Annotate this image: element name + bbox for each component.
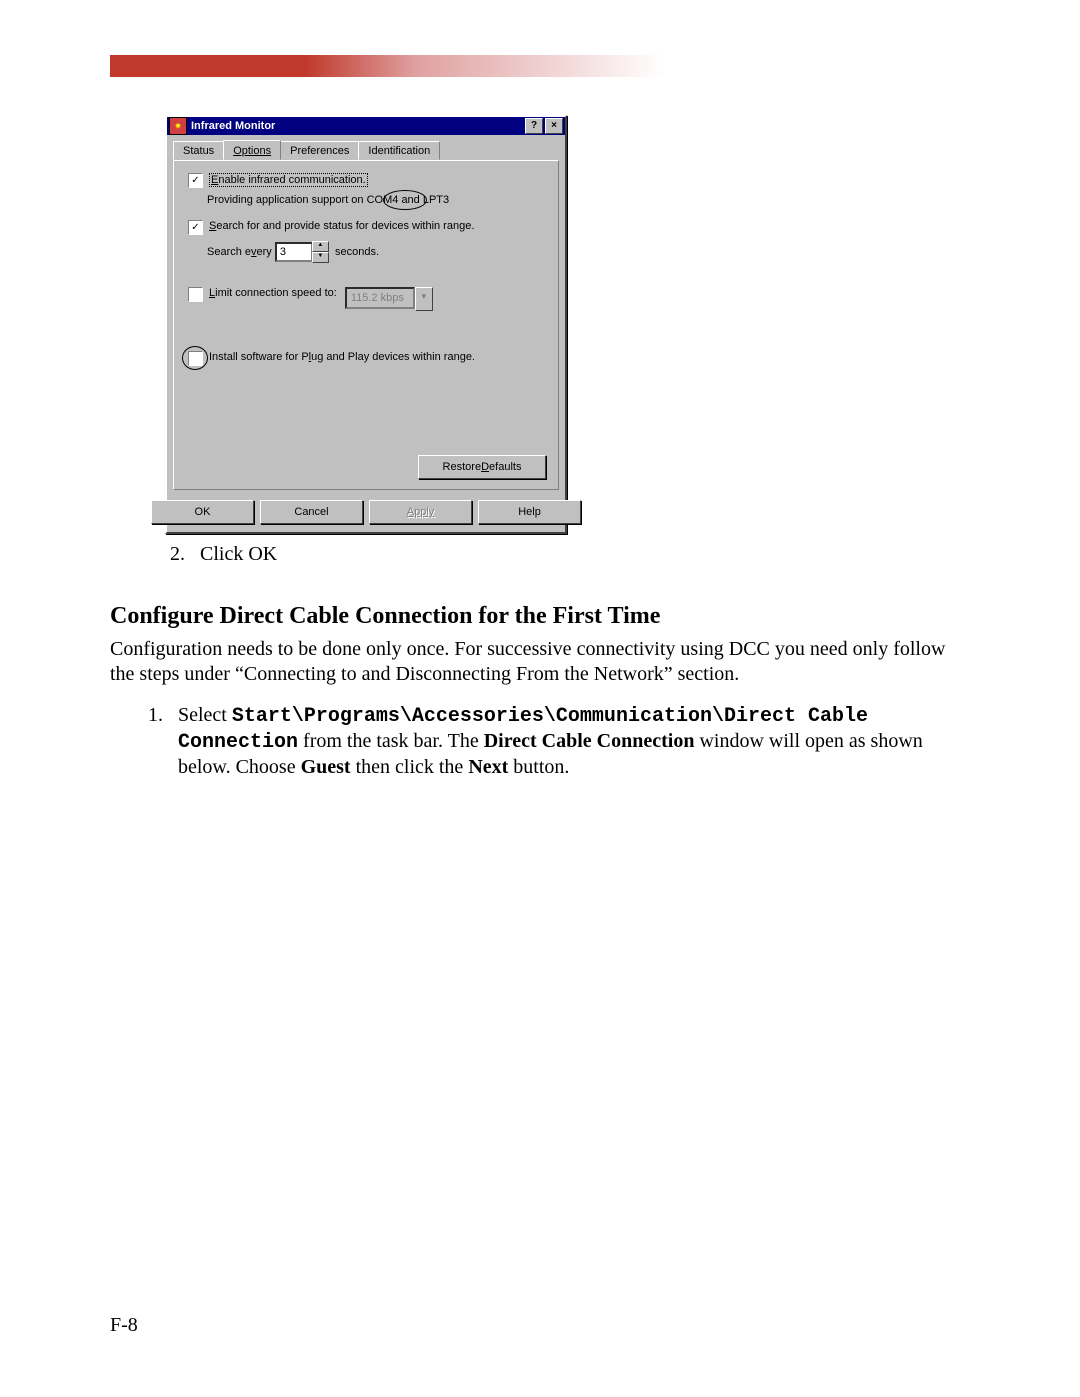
cancel-button[interactable]: Cancel (260, 500, 363, 524)
step-1: 1. Select Start\Programs\Accessories\Com… (148, 703, 970, 780)
install-pnp-label: Install software for Plug and Play devic… (209, 351, 475, 363)
page-number: F-8 (110, 1314, 138, 1337)
tab-options[interactable]: Options (223, 140, 281, 160)
spinner-up-icon[interactable]: ▲ (312, 241, 329, 252)
help-button[interactable]: Help (478, 500, 581, 524)
step-number: 1. (148, 703, 178, 780)
tab-strip: Status Options Preferences Identificatio… (167, 135, 565, 160)
section-paragraph: Configuration needs to be done only once… (110, 637, 970, 687)
step-2: 2. Click OK (170, 542, 970, 567)
options-panel: ✓ Enable infrared communication. Providi… (173, 160, 559, 490)
enable-infrared-subtext: Providing application support on COM4 an… (207, 194, 544, 206)
titlebar[interactable]: ✷ Infrared Monitor ? × (167, 117, 565, 135)
spinner-down-icon[interactable]: ▼ (312, 252, 329, 263)
dialog-footer: OK Cancel Apply Help (167, 496, 565, 532)
app-icon: ✷ (169, 117, 187, 135)
enable-infrared-label: Enable infrared communication. (209, 173, 368, 187)
window-title: Infrared Monitor (191, 120, 523, 132)
enable-infrared-checkbox[interactable]: ✓ (188, 173, 203, 188)
header-gradient-bar (110, 55, 665, 77)
search-devices-row: ✓ Search for and provide status for devi… (188, 220, 544, 235)
search-interval-spinner[interactable]: ▲▼ (312, 241, 329, 263)
restore-defaults-button[interactable]: Restore Defaults (418, 455, 546, 479)
document-body: 2. Click OK Configure Direct Cable Conne… (110, 542, 970, 780)
limit-speed-value: 115.2 kbps (345, 287, 415, 309)
install-pnp-row: Install software for Plug and Play devic… (188, 351, 544, 366)
annotation-circle-com4 (383, 190, 427, 210)
step-number: 2. (170, 542, 200, 567)
step-text: Select Start\Programs\Accessories\Commun… (178, 703, 970, 780)
section-heading: Configure Direct Cable Connection for th… (110, 601, 970, 631)
chevron-down-icon[interactable]: ▼ (415, 287, 433, 311)
help-icon[interactable]: ? (525, 118, 543, 134)
limit-speed-combo[interactable]: 115.2 kbps ▼ (345, 287, 433, 311)
search-every-row: Search every 3▲▼ seconds. (207, 241, 544, 263)
apply-button: Apply (369, 500, 472, 524)
enable-infrared-row: ✓ Enable infrared communication. (188, 173, 544, 188)
search-interval-input[interactable]: 3 (275, 242, 313, 262)
tab-status[interactable]: Status (173, 141, 224, 160)
search-devices-label: Search for and provide status for device… (209, 220, 474, 232)
search-devices-checkbox[interactable]: ✓ (188, 220, 203, 235)
tab-preferences[interactable]: Preferences (280, 141, 359, 160)
tab-identification[interactable]: Identification (358, 141, 440, 160)
step-text: Click OK (200, 542, 277, 567)
annotation-circle-checkbox (182, 346, 208, 370)
limit-speed-row: Limit connection speed to: 115.2 kbps ▼ (188, 287, 544, 311)
limit-speed-label: Limit connection speed to: (209, 287, 337, 299)
ok-button[interactable]: OK (151, 500, 254, 524)
close-icon[interactable]: × (545, 118, 563, 134)
infrared-monitor-dialog: ✷ Infrared Monitor ? × Status Options Pr… (165, 115, 567, 534)
limit-speed-checkbox[interactable] (188, 287, 203, 302)
